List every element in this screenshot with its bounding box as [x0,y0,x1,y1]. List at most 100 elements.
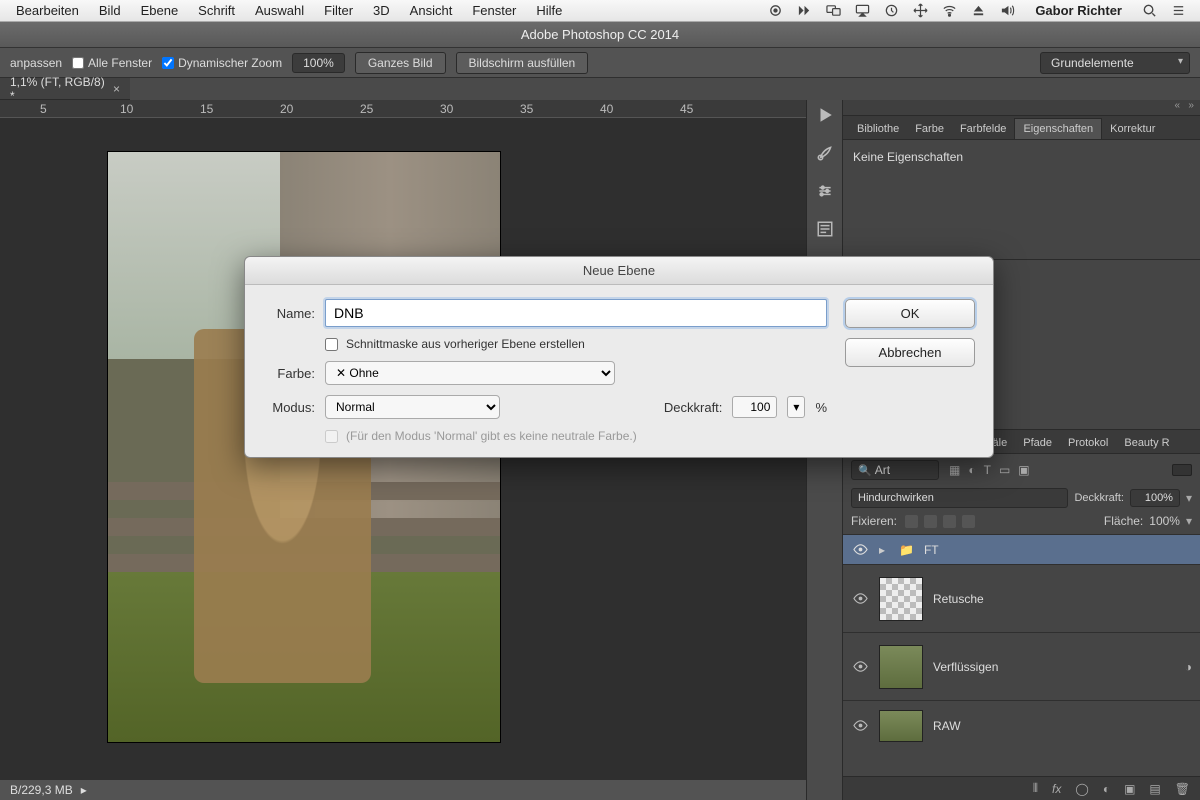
layer-name[interactable]: Retusche [933,592,984,606]
lock-transparent-icon[interactable] [905,515,918,528]
dynamic-zoom-checkbox[interactable]: Dynamischer Zoom [162,56,282,70]
link-layers-icon[interactable]: ⦀ [1033,781,1038,796]
layer-kind-filter[interactable]: 🔍 Art [851,460,939,480]
options-bar: anpassen Alle Fenster Dynamischer Zoom 1… [0,48,1200,78]
ruler-tick: 10 [120,102,133,116]
app-titlebar: Adobe Photoshop CC 2014 [0,22,1200,48]
menubar-username[interactable]: Gabor Richter [1029,3,1128,18]
filter-toggle[interactable] [1172,464,1192,476]
workspace-dropdown[interactable]: Grundelemente [1040,52,1190,74]
menu-schrift[interactable]: Schrift [188,3,245,18]
folder-icon: 📁 [899,543,914,557]
tab-korrekturen[interactable]: Korrektur [1102,119,1163,139]
record-icon[interactable] [768,3,783,18]
visibility-icon[interactable] [851,718,869,733]
fill-screen-button[interactable]: Bildschirm ausfüllen [456,52,589,74]
menu-ebene[interactable]: Ebene [131,3,189,18]
brush-panel-icon[interactable] [814,142,836,164]
dynamic-zoom-label: Dynamischer Zoom [178,56,282,70]
menu-3d[interactable]: 3D [363,3,400,18]
opacity-stepper-icon[interactable]: ▾ [1186,491,1192,505]
fill-stepper-icon[interactable]: ▾ [1186,514,1192,528]
layers-footer: ⦀ fx ◯ ◐ ▣ ▤ 🗑 [843,776,1200,800]
tab-bibliothek[interactable]: Bibliothe [849,119,907,139]
layer-thumbnail[interactable] [879,577,923,621]
layer-thumbnail[interactable] [879,710,923,742]
close-icon[interactable]: × [113,82,120,96]
trash-icon[interactable]: 🗑 [1175,782,1190,796]
ruler-tick: 40 [600,102,613,116]
filter-smart-icon[interactable]: ▣ [1018,463,1029,477]
filter-type-icon[interactable]: T [984,463,991,477]
group-icon[interactable]: ▣ [1124,782,1135,796]
opacity-value[interactable]: 100% [1130,489,1180,507]
lock-all-icon[interactable] [962,515,975,528]
menu-filter[interactable]: Filter [314,3,363,18]
layer-verfluessigen[interactable]: Verflüssigen ◑ [843,632,1200,700]
notifications-icon[interactable] [1171,3,1186,18]
fill-value[interactable]: 100% [1149,514,1180,528]
adjustment-layer-icon[interactable]: ◐ [1103,782,1110,796]
mode-dropdown[interactable]: Normal [325,395,500,419]
dialog-opacity-stepper-icon[interactable]: ▾ [787,396,805,418]
lock-pixels-icon[interactable] [924,515,937,528]
menu-fenster[interactable]: Fenster [462,3,526,18]
tab-eigenschaften[interactable]: Eigenschaften [1014,118,1102,139]
menu-hilfe[interactable]: Hilfe [526,3,572,18]
layer-thumbnail[interactable] [879,645,923,689]
layer-name[interactable]: RAW [933,719,961,733]
horizontal-ruler: 5 10 15 20 25 30 35 40 45 [0,100,806,118]
spotlight-icon[interactable] [1142,3,1157,18]
ok-button[interactable]: OK [845,299,975,328]
layer-name[interactable]: Verflüssigen [933,660,998,674]
layer-group-ft[interactable]: ▸ 📁 FT [843,534,1200,564]
visibility-icon[interactable] [851,659,869,674]
displays-icon[interactable] [826,3,841,18]
lock-position-icon[interactable] [943,515,956,528]
menu-bearbeiten[interactable]: Bearbeiten [6,3,89,18]
zoom-value[interactable]: 100% [292,53,345,73]
new-layer-icon[interactable]: ▤ [1149,782,1160,796]
airplay-icon[interactable] [855,3,870,18]
volume-icon[interactable] [1000,3,1015,18]
layer-raw[interactable]: RAW [843,700,1200,750]
cancel-button[interactable]: Abbrechen [845,338,975,367]
dialog-opacity-value[interactable]: 100 [732,396,777,418]
status-chevron-icon[interactable]: ▸ [81,783,87,797]
tab-farbfelder[interactable]: Farbfelde [952,119,1014,139]
eject-icon[interactable] [971,3,986,18]
blend-mode-dropdown[interactable]: Hindurchwirken [851,488,1068,508]
layer-name[interactable]: FT [924,543,939,557]
all-windows-checkbox[interactable]: Alle Fenster [72,56,152,70]
menu-auswahl[interactable]: Auswahl [245,3,314,18]
mask-icon[interactable]: ◯ [1075,782,1088,796]
filter-pixel-icon[interactable]: ▦ [949,463,960,477]
tab-protokoll[interactable]: Protokol [1060,433,1116,453]
filter-adjust-icon[interactable]: ◐ [968,463,975,477]
tab-pfade[interactable]: Pfade [1015,433,1060,453]
paragraph-panel-icon[interactable] [814,218,836,240]
fit-image-button[interactable]: Ganzes Bild [355,52,446,74]
all-windows-label: Alle Fenster [88,56,152,70]
tab-farbe[interactable]: Farbe [907,119,952,139]
tab-beauty[interactable]: Beauty R [1116,433,1177,453]
visibility-icon[interactable] [851,591,869,606]
timemachine-icon[interactable] [884,3,899,18]
panels-collapse-strip[interactable]: « » [843,100,1200,116]
layer-name-input[interactable] [325,299,827,327]
menu-bild[interactable]: Bild [89,3,131,18]
menu-ansicht[interactable]: Ansicht [400,3,463,18]
clipping-mask-checkbox[interactable]: Schnittmaske aus vorheriger Ebene erstel… [325,337,827,351]
play-icon[interactable] [814,104,836,126]
color-dropdown[interactable]: ✕ Ohne [325,361,615,385]
fastforward-icon[interactable] [797,3,812,18]
adjust-panel-icon[interactable] [814,180,836,202]
move-icon[interactable] [913,3,928,18]
filter-shape-icon[interactable]: ▭ [999,463,1010,477]
wifi-icon[interactable] [942,3,957,18]
layer-retusche[interactable]: Retusche [843,564,1200,632]
document-tab[interactable]: 1,1% (FT, RGB/8) * × [0,78,130,100]
visibility-icon[interactable] [851,542,869,557]
disclosure-icon[interactable]: ▸ [879,543,889,557]
fx-icon[interactable]: fx [1052,782,1061,796]
